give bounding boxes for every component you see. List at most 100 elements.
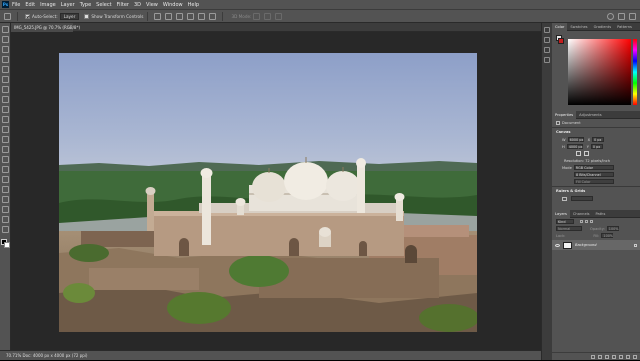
align-right-icon[interactable] xyxy=(176,12,184,20)
y-field[interactable]: 0 px xyxy=(590,144,603,149)
move-tool-icon[interactable] xyxy=(4,12,11,20)
marquee-tool-icon[interactable] xyxy=(2,36,9,43)
history-icon[interactable] xyxy=(544,27,550,33)
frame-tool-icon[interactable] xyxy=(2,76,9,83)
fill-field[interactable]: 100% xyxy=(601,233,614,238)
hue-slider[interactable] xyxy=(633,39,637,105)
eraser-tool-icon[interactable] xyxy=(2,136,9,143)
menu-select[interactable]: Select xyxy=(96,2,111,8)
new-layer-icon[interactable] xyxy=(626,354,630,359)
pen-tool-icon[interactable] xyxy=(2,176,9,183)
menu-3d[interactable]: 3D xyxy=(134,2,141,8)
visibility-eye-icon[interactable] xyxy=(555,243,560,247)
canvas-area[interactable] xyxy=(11,32,541,350)
tab-properties[interactable]: Properties xyxy=(552,110,577,119)
gradient-tool-icon[interactable] xyxy=(2,146,9,153)
mode-dropdown[interactable]: RGB Color xyxy=(573,165,614,170)
brush-tool-icon[interactable] xyxy=(2,106,9,113)
link-icon[interactable] xyxy=(591,354,595,359)
align-left-icon[interactable] xyxy=(154,12,162,20)
filter-type-icon[interactable] xyxy=(590,220,593,223)
tab-gradients[interactable]: Gradients xyxy=(591,23,615,31)
filter-adjust-icon[interactable] xyxy=(585,220,588,223)
auto-select-checkbox[interactable] xyxy=(25,13,30,19)
tab-adjustments[interactable]: Adjustments xyxy=(576,111,605,119)
blur-tool-icon[interactable] xyxy=(2,156,9,163)
divider xyxy=(17,11,18,21)
ruler-units-dropdown[interactable] xyxy=(571,196,593,201)
eyedropper-tool-icon[interactable] xyxy=(2,86,9,93)
filter-pixel-icon[interactable] xyxy=(580,220,583,223)
rectangle-tool-icon[interactable] xyxy=(2,206,9,213)
rotate-portrait-icon[interactable] xyxy=(576,151,581,156)
opacity-field[interactable]: 100% xyxy=(606,226,619,231)
quick-select-tool-icon[interactable] xyxy=(2,56,9,63)
stamp-tool-icon[interactable] xyxy=(2,116,9,123)
width-field[interactable]: 6000 px xyxy=(567,137,584,142)
canvas-size-row: W 6000 px X 0 px xyxy=(552,136,640,143)
menu-window[interactable]: Window xyxy=(163,2,183,8)
type-tool-icon[interactable] xyxy=(2,186,9,193)
tab-channels[interactable]: Channels xyxy=(570,210,593,218)
adjustment-layer-icon[interactable] xyxy=(612,354,616,359)
crop-tool-icon[interactable] xyxy=(2,66,9,73)
background-color-swatch[interactable] xyxy=(558,38,564,44)
brush-settings-icon[interactable] xyxy=(544,47,550,53)
menu-layer[interactable]: Layer xyxy=(61,2,75,8)
path-select-tool-icon[interactable] xyxy=(2,196,9,203)
layer-filter-dropdown[interactable]: Kind xyxy=(556,219,574,224)
group-icon[interactable] xyxy=(619,354,623,359)
tab-layers[interactable]: Layers xyxy=(552,209,570,218)
trash-icon[interactable] xyxy=(633,354,637,359)
color-panel-tabs: Color Swatches Gradients Patterns xyxy=(552,22,640,31)
menu-image[interactable]: Image xyxy=(40,2,56,8)
auto-select-dropdown[interactable]: Layer xyxy=(59,12,80,20)
hand-tool-icon[interactable] xyxy=(2,216,9,223)
healing-tool-icon[interactable] xyxy=(2,96,9,103)
tab-patterns[interactable]: Patterns xyxy=(614,23,635,31)
blend-mode-dropdown[interactable]: Normal xyxy=(556,226,582,231)
dodge-tool-icon[interactable] xyxy=(2,166,9,173)
menu-file[interactable]: File xyxy=(12,2,20,8)
rotate-landscape-icon[interactable] xyxy=(584,151,589,156)
close-icon[interactable]: × xyxy=(68,23,71,32)
lock-icon[interactable] xyxy=(634,243,637,247)
depth-dropdown[interactable]: 8 Bits/Channel xyxy=(574,172,614,177)
fx-icon[interactable] xyxy=(598,354,602,359)
share-icon[interactable] xyxy=(629,12,636,20)
menu-edit[interactable]: Edit xyxy=(25,2,35,8)
align-center-icon[interactable] xyxy=(165,12,173,20)
3d-orbit-icon[interactable] xyxy=(253,12,261,20)
align-bottom-icon[interactable] xyxy=(209,12,217,20)
3d-roll-icon[interactable] xyxy=(264,12,272,20)
transform-controls-checkbox[interactable] xyxy=(84,13,90,19)
mask-icon[interactable] xyxy=(605,354,609,359)
height-field[interactable]: 4000 px xyxy=(566,144,583,149)
move-tool-icon[interactable] xyxy=(2,26,9,33)
workspace-icon[interactable] xyxy=(618,12,625,20)
align-top-icon[interactable] xyxy=(187,12,195,20)
fill-dropdown[interactable]: Fill Color xyxy=(574,179,614,184)
document-image[interactable] xyxy=(59,53,477,332)
background-color-swatch[interactable] xyxy=(4,242,10,248)
lasso-tool-icon[interactable] xyxy=(2,46,9,53)
menu-type[interactable]: Type xyxy=(80,2,91,8)
zoom-tool-icon[interactable] xyxy=(2,226,9,233)
tab-swatches[interactable]: Swatches xyxy=(567,23,590,31)
menu-help[interactable]: Help xyxy=(188,2,199,8)
libraries-icon[interactable] xyxy=(544,37,550,43)
3d-pan-icon[interactable] xyxy=(275,12,283,20)
layer-row-background[interactable]: Background xyxy=(552,240,640,250)
tab-color[interactable]: Color xyxy=(552,22,568,31)
history-brush-icon[interactable] xyxy=(2,126,9,133)
color-field[interactable] xyxy=(568,39,631,105)
align-middle-icon[interactable] xyxy=(198,12,206,20)
x-field[interactable]: 0 px xyxy=(592,137,605,142)
document-tab[interactable]: IMG_5425.JPG @ 70.7% (RGB/8*) × xyxy=(11,23,80,32)
character-icon[interactable] xyxy=(544,57,550,63)
tab-paths[interactable]: Paths xyxy=(593,210,609,218)
menu-filter[interactable]: Filter xyxy=(117,2,129,8)
search-icon[interactable] xyxy=(607,12,614,20)
ruler-icon[interactable] xyxy=(562,196,567,201)
menu-view[interactable]: View xyxy=(146,2,158,8)
